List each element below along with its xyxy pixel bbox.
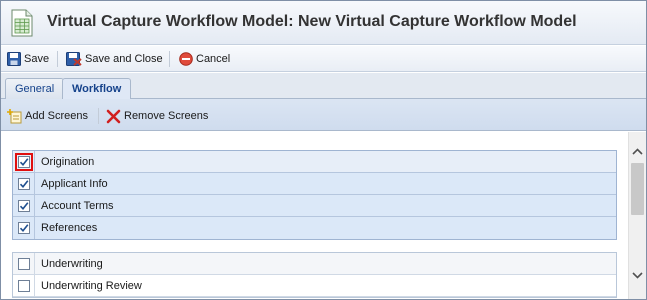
chevron-down-icon xyxy=(632,271,643,279)
save-close-icon xyxy=(66,52,82,66)
group-label: Origination xyxy=(41,155,95,168)
scroll-thumb[interactable] xyxy=(631,163,644,215)
add-screens-label: Add Screens xyxy=(25,110,88,122)
list-item: Account Terms xyxy=(13,195,616,217)
tab-general[interactable]: General xyxy=(5,78,65,100)
list-item: Underwriting Review xyxy=(13,275,616,297)
toolbar-separator xyxy=(169,51,170,67)
checkmark-icon xyxy=(19,157,28,166)
tab-workflow[interactable]: Workflow xyxy=(62,78,132,101)
title-bar: Virtual Capture Workflow Model: New Virt… xyxy=(1,1,646,45)
remove-screens-button[interactable]: Remove Screens xyxy=(106,107,208,125)
scroll-down-button[interactable] xyxy=(629,266,646,284)
checkmark-icon xyxy=(19,224,28,233)
toolbar-separator xyxy=(57,51,58,67)
item-label: Account Terms xyxy=(41,199,114,212)
main-toolbar: Save Save and Close Cancel xyxy=(1,46,646,72)
remove-screens-label: Remove Screens xyxy=(124,110,209,122)
scroll-up-button[interactable] xyxy=(629,142,646,160)
checkbox-cell xyxy=(13,217,35,239)
save-and-close-label: Save and Close xyxy=(85,53,163,65)
save-and-close-button[interactable]: Save and Close xyxy=(66,50,163,68)
list-item: Applicant Info xyxy=(13,173,616,195)
floppy-disk-icon xyxy=(7,52,21,66)
checkbox-underwriting-review[interactable] xyxy=(17,279,30,292)
group-label: Underwriting xyxy=(41,257,103,270)
tab-strip: General Workflow xyxy=(1,73,646,101)
cancel-button[interactable]: Cancel xyxy=(179,50,230,68)
chevron-up-icon xyxy=(632,147,643,155)
checkbox-underwriting[interactable] xyxy=(17,257,30,270)
checkmark-icon xyxy=(19,201,28,210)
screens-list: Origination Applicant Info Account Terms… xyxy=(1,132,628,299)
checkbox-cell xyxy=(13,195,35,216)
add-screens-icon xyxy=(7,108,22,123)
dialog-window: Virtual Capture Workflow Model: New Virt… xyxy=(0,0,647,300)
checkbox-cell xyxy=(13,151,35,172)
workflow-toolbar: Add Screens Remove Screens xyxy=(1,99,646,131)
screen-group-origination: Origination Applicant Info Account Terms… xyxy=(12,150,617,240)
cancel-button-label: Cancel xyxy=(196,53,231,65)
group-header-row: Underwriting xyxy=(13,253,616,275)
checkbox-account-terms[interactable] xyxy=(17,199,30,212)
vertical-scrollbar[interactable] xyxy=(628,132,646,299)
window-title: Virtual Capture Workflow Model: New Virt… xyxy=(47,13,577,30)
red-x-icon xyxy=(106,109,121,123)
checkbox-references[interactable] xyxy=(17,222,30,234)
checkmark-icon xyxy=(19,179,28,188)
cancel-icon xyxy=(179,52,193,66)
save-button-label: Save xyxy=(24,53,50,65)
item-label: References xyxy=(41,222,98,234)
checkbox-origination[interactable] xyxy=(17,155,30,168)
focus-outline xyxy=(14,152,33,171)
spreadsheet-icon xyxy=(11,9,33,37)
checkbox-cell xyxy=(13,253,35,274)
save-button[interactable]: Save xyxy=(7,50,49,68)
item-label: Applicant Info xyxy=(41,177,108,190)
group-header-row: Origination xyxy=(13,151,616,173)
add-screens-button[interactable]: Add Screens xyxy=(7,107,88,125)
checkbox-cell xyxy=(13,275,35,296)
item-label: Underwriting Review xyxy=(41,279,142,292)
screen-group-underwriting: Underwriting Underwriting Review xyxy=(12,252,617,298)
checkbox-cell xyxy=(13,173,35,194)
toolbar-separator xyxy=(98,108,99,124)
list-item: References xyxy=(13,217,616,239)
checkbox-applicant-info[interactable] xyxy=(17,177,30,190)
